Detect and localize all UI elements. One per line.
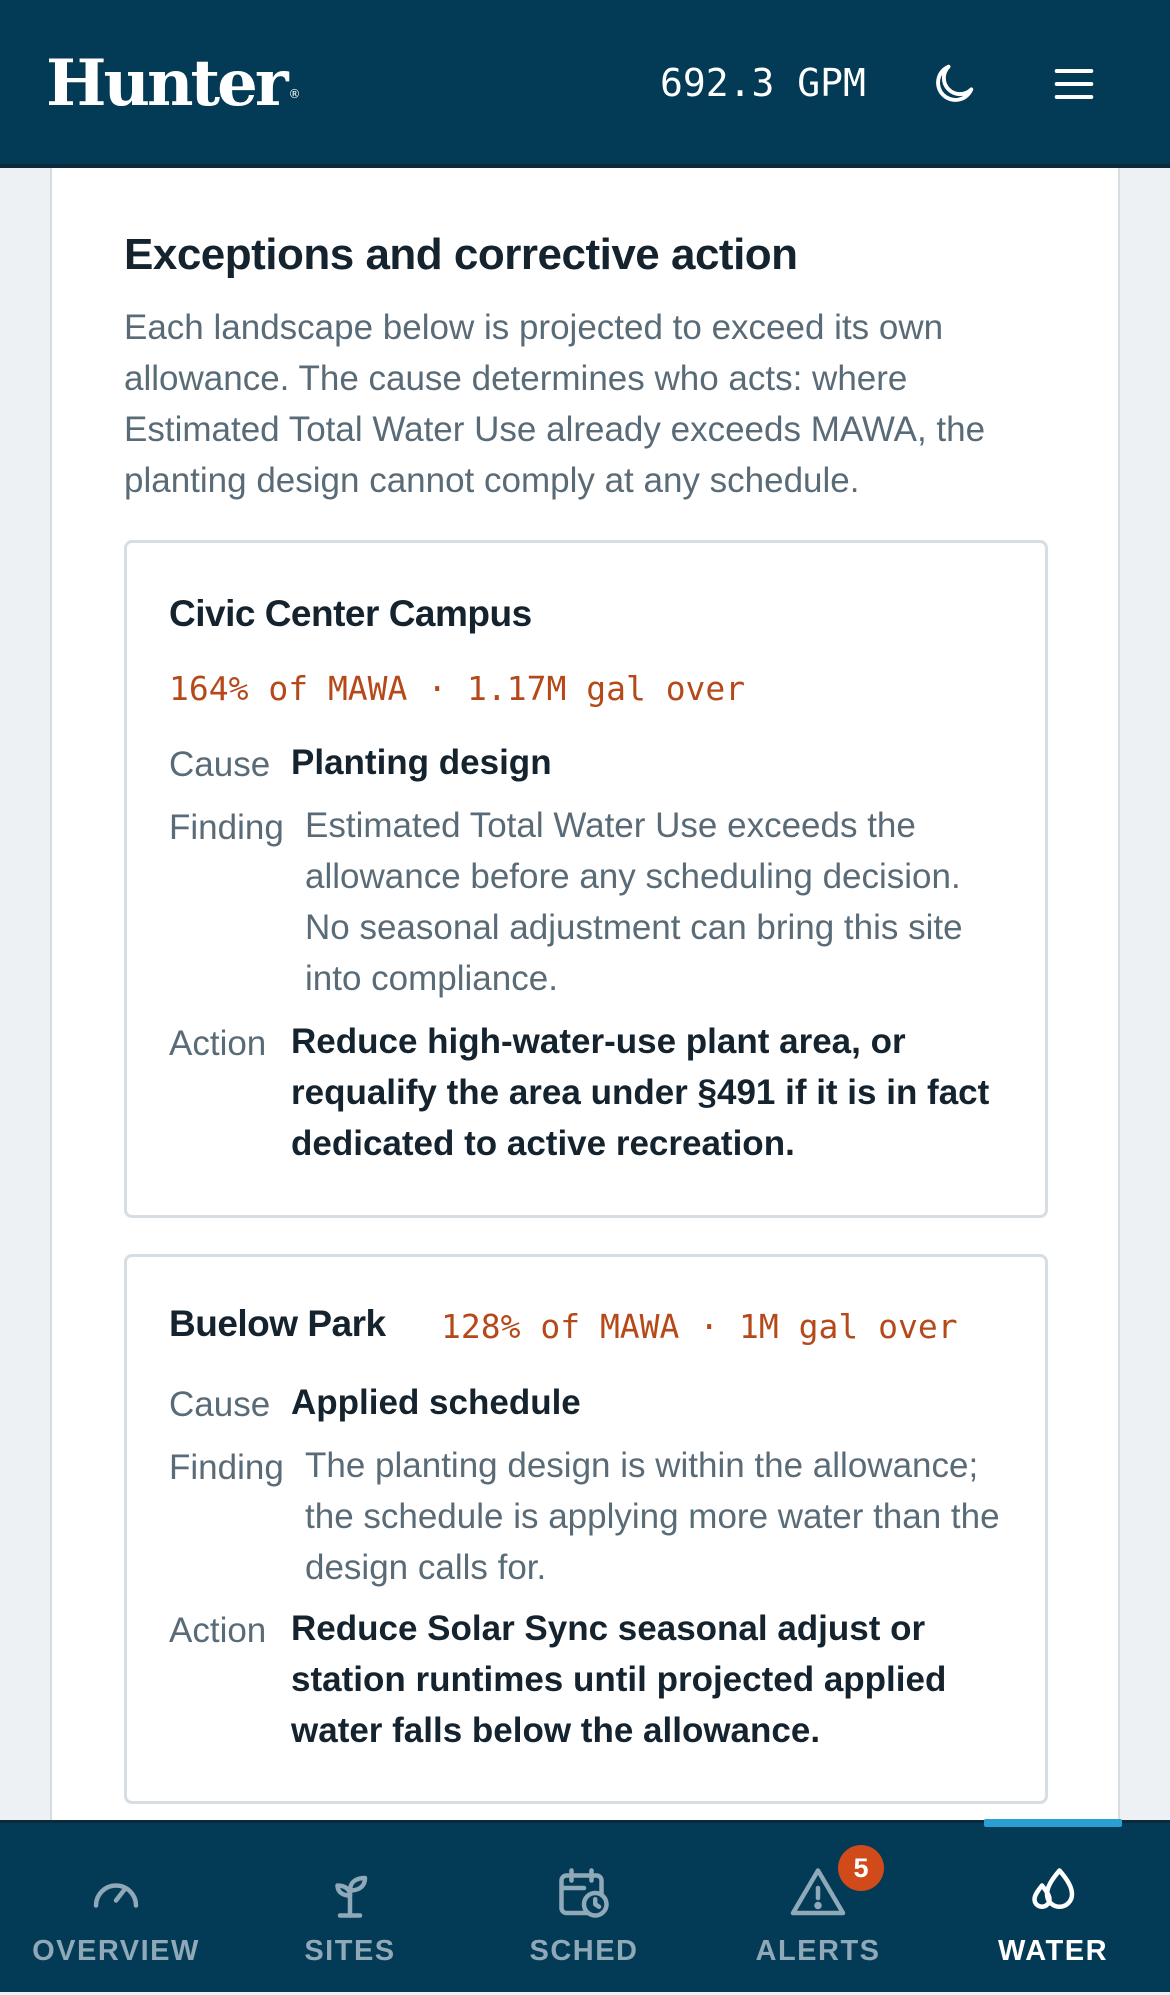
finding-label: Finding <box>169 1448 284 1487</box>
nav-label: SITES <box>304 1935 396 1967</box>
exception-card-civic-center[interactable]: Civic Center Campus 164% of MAWA · 1.17M… <box>124 540 1048 1218</box>
finding-label: Finding <box>169 808 284 847</box>
nav-sites[interactable]: SITES <box>232 1823 468 1995</box>
nav-label: WATER <box>997 1935 1109 1967</box>
brand-name: Hunter <box>46 46 289 121</box>
flow-rate-readout: 692.3 GPM <box>660 61 866 105</box>
droplets-icon <box>1032 1868 1075 1909</box>
nav-label: ALERTS <box>755 1935 881 1967</box>
finding-value: The planting design is within the allowa… <box>305 1446 1000 1587</box>
cause-value: Planting design <box>291 743 552 782</box>
nav-label: SCHED <box>529 1935 639 1967</box>
hunter-logo[interactable]: Hunter ® <box>46 46 301 121</box>
cause-label: Cause <box>169 745 271 784</box>
action-value: Reduce high-water-use plant area, or req… <box>291 1022 990 1163</box>
action-value: Reduce Solar Sync seasonal adjust or sta… <box>291 1609 947 1750</box>
app-header: Hunter ® 692.3 GPM <box>0 0 1170 168</box>
gauge-icon <box>93 1883 139 1908</box>
finding-value: Estimated Total Water Use exceeds the al… <box>305 806 963 998</box>
hamburger-menu-icon[interactable] <box>1048 58 1100 110</box>
nav-overview[interactable]: OVERVIEW <box>0 1823 232 1995</box>
moon-icon[interactable] <box>928 58 980 110</box>
overage-summary: 164% of MAWA · 1.17M gal over <box>169 669 746 708</box>
site-name: Buelow Park <box>169 1303 386 1344</box>
exception-card-buelow-park[interactable]: Buelow Park 128% of MAWA · 1M gal over C… <box>124 1254 1048 1804</box>
section-title: Exceptions and corrective action <box>124 230 798 279</box>
registered-mark: ® <box>288 87 301 101</box>
exceptions-panel: Exceptions and corrective action Each la… <box>50 168 1120 1820</box>
section-description: Each landscape below is projected to exc… <box>124 308 986 500</box>
alerts-count-badge: 5 <box>838 1845 884 1891</box>
nav-alerts[interactable]: ALERTS <box>700 1823 936 1995</box>
overage-summary: 128% of MAWA · 1M gal over <box>441 1307 958 1346</box>
sprout-icon <box>335 1875 368 1918</box>
nav-sched[interactable]: SCHED <box>468 1823 700 1995</box>
action-label: Action <box>169 1024 267 1063</box>
nav-water[interactable]: WATER <box>936 1823 1170 1995</box>
site-name: Civic Center Campus <box>169 593 532 634</box>
nav-label: OVERVIEW <box>32 1935 200 1967</box>
cause-label: Cause <box>169 1385 271 1424</box>
bottom-nav: OVERVIEW SITES SCHED ALERTS 5 WATER <box>0 1819 1170 1995</box>
action-label: Action <box>169 1611 267 1650</box>
calendar-clock-icon <box>559 1868 609 1918</box>
cause-value: Applied schedule <box>291 1383 581 1422</box>
